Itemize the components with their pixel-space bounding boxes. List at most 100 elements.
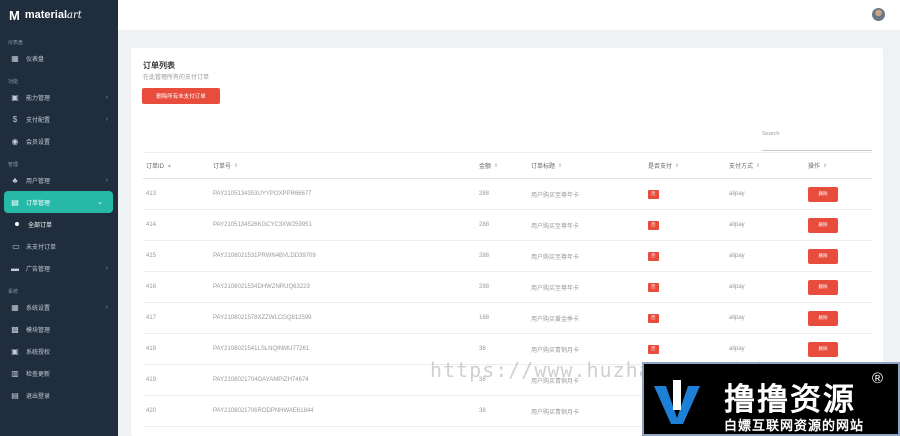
dot-icon bbox=[15, 222, 19, 226]
chevron-right-icon: › bbox=[105, 303, 108, 311]
cell-paid: 否 bbox=[648, 303, 659, 333]
cell-title: 用户购买至尊年卡 bbox=[531, 192, 580, 199]
section-manage: 管理 bbox=[8, 162, 19, 168]
logout-icon: ▤ bbox=[11, 390, 19, 400]
cell-action: 删除 bbox=[808, 334, 838, 364]
brand-logo[interactable]: M material art bbox=[0, 0, 118, 30]
cell-title: 用户购买至尊年卡 bbox=[531, 254, 580, 261]
cell-title: 用户购买青铜月卡 bbox=[531, 378, 580, 385]
table-row: 414 PAY2105134526KGCYC3XW259951 288 用户购买至尊年… bbox=[143, 210, 872, 241]
chevron-right-icon: › bbox=[105, 93, 108, 101]
section-dashboard: 仪表盘 bbox=[8, 40, 24, 46]
users-icon: ♣ bbox=[12, 175, 18, 185]
delete-order-button[interactable]: 删除 bbox=[808, 248, 838, 264]
monitor-icon: ▭ bbox=[12, 241, 20, 251]
cell-method: alipay bbox=[729, 346, 745, 352]
watermark-tagline: 白嫖互联网资源的网站 bbox=[724, 418, 865, 433]
column-header-paid[interactable]: 是否支付 ⇕ bbox=[648, 153, 679, 178]
avatar[interactable] bbox=[872, 8, 885, 21]
cell-order-no: PAY2108021704OAYAMPIZH74674 bbox=[213, 377, 309, 383]
cell-id: 416 bbox=[146, 284, 157, 290]
table-row: 415 PAY2108021531PRWN4BVLDD39709 288 用户购买至尊… bbox=[143, 241, 872, 272]
sort-icon: ⇕ bbox=[234, 162, 239, 169]
cell-title: 用户购买黄金季卡 bbox=[531, 316, 580, 323]
watermark-name: 撸撸资源 bbox=[724, 382, 856, 417]
cell-title: 用户购买青铜月卡 bbox=[531, 347, 580, 354]
cell-order-no: PAY2105134353UYYPOXPPR66677 bbox=[213, 191, 312, 197]
cell-action: 删除 bbox=[808, 241, 838, 271]
delete-order-button[interactable]: 删除 bbox=[808, 310, 838, 326]
cell-order-no: PAY2108021531PRWN4BVLDD39709 bbox=[213, 253, 316, 259]
cell-amount: 168 bbox=[479, 315, 490, 321]
cell-paid: 否 bbox=[648, 272, 659, 302]
page-title: 订单列表 bbox=[143, 61, 175, 70]
sort-asc-icon: ▲ bbox=[167, 162, 172, 169]
search-input[interactable]: Search bbox=[762, 128, 872, 151]
unpaid-badge: 否 bbox=[648, 189, 659, 199]
cell-order-no: PAY2108021534DHWZNRUQ63223 bbox=[213, 284, 310, 290]
member-icon: ◉ bbox=[11, 136, 19, 146]
sort-icon: ⇕ bbox=[558, 162, 563, 169]
column-header-amount[interactable]: 金额 ⇕ bbox=[479, 153, 498, 178]
table-row: 417 PAY2108021578XZZWLCGQ812599 168 用户购买黄金季… bbox=[143, 303, 872, 334]
sidebar-item-ads[interactable]: ▬ 广告管理 › bbox=[0, 257, 118, 279]
sort-icon: ⇕ bbox=[756, 162, 761, 169]
cell-action: 删除 bbox=[808, 303, 838, 333]
cell-order-no: PAY2108021706RODPNHWAE61844 bbox=[213, 408, 314, 414]
cell-action: 删除 bbox=[808, 210, 838, 240]
column-header-action[interactable]: 操作 ⇕ bbox=[808, 153, 827, 178]
page-subtitle: 在此管理所有的支付订单 bbox=[143, 75, 210, 81]
sidebar-item-ability[interactable]: ▣ 能力管理 › bbox=[0, 86, 118, 108]
cell-paid: 否 bbox=[648, 179, 659, 209]
sidebar-item-unpaid-orders[interactable]: ▭ 未支付订单 bbox=[0, 235, 118, 257]
cell-order-no: PAY2105134526KGCYC3XW259951 bbox=[213, 222, 312, 228]
sidebar-item-orders[interactable]: ▤ 订单管理 ⌄ bbox=[4, 191, 113, 213]
chevron-right-icon: › bbox=[105, 115, 108, 123]
unpaid-badge: 否 bbox=[648, 344, 659, 354]
sidebar-item-update[interactable]: ▥ 检查更新 bbox=[0, 362, 118, 384]
sidebar-item-dashboard[interactable]: ▦ 仪表盘 bbox=[0, 47, 118, 69]
cell-id: 419 bbox=[146, 377, 157, 383]
cell-action: 删除 bbox=[808, 272, 838, 302]
sidebar-item-payment-config[interactable]: $ 支付配置 › bbox=[0, 108, 118, 130]
sidebar-item-logout[interactable]: ▤ 退出登录 bbox=[0, 384, 118, 406]
column-header-title[interactable]: 订单标题 ⇕ bbox=[531, 153, 562, 178]
column-header-order-no[interactable]: 订单号 ⇕ bbox=[213, 153, 238, 178]
sort-icon: ⇕ bbox=[494, 162, 499, 169]
table-row: 413 PAY2105134353UYYPOXPPR66677 288 用户购买至尊年… bbox=[143, 179, 872, 210]
cell-paid: 否 bbox=[648, 210, 659, 240]
sidebar-item-modules[interactable]: ▩ 模块管理 bbox=[0, 318, 118, 340]
cell-id: 415 bbox=[146, 253, 157, 259]
module-icon: ▩ bbox=[11, 324, 19, 334]
delete-order-button[interactable]: 删除 bbox=[808, 279, 838, 295]
column-header-id[interactable]: 订单ID ▲ bbox=[146, 153, 172, 178]
cell-amount: 38 bbox=[479, 377, 486, 383]
section-system: 系统 bbox=[8, 289, 19, 295]
delete-order-button[interactable]: 删除 bbox=[808, 217, 838, 233]
watermark-banner: 撸撸资源 ® 白嫖互联网资源的网站 bbox=[642, 362, 900, 436]
unpaid-badge: 否 bbox=[648, 251, 659, 261]
sidebar-item-all-orders[interactable]: 全部订单 bbox=[0, 213, 118, 235]
cell-amount: 288 bbox=[479, 191, 490, 197]
table-row: 416 PAY2108021534DHWZNRUQ63223 288 用户购买至尊年卡… bbox=[143, 272, 872, 303]
delete-unpaid-orders-button[interactable]: 删除所有未支付订单 bbox=[142, 88, 220, 104]
sidebar-item-users[interactable]: ♣ 用户管理 › bbox=[0, 169, 118, 191]
sidebar-item-license[interactable]: ▣ 系统授权 bbox=[0, 340, 118, 362]
cell-title: 用户购买青铜月卡 bbox=[531, 409, 580, 416]
table-row: 418 PAY2108021541LSLNQINMU77261 38 用户购买青铜月卡… bbox=[143, 334, 872, 365]
sidebar-item-member[interactable]: ◉ 会员设置 bbox=[0, 130, 118, 152]
cell-order-no: PAY2108021541LSLNQINMU77261 bbox=[213, 346, 310, 352]
cell-method: alipay bbox=[729, 222, 745, 228]
delete-order-button[interactable]: 删除 bbox=[808, 186, 838, 202]
ad-icon: ▬ bbox=[11, 263, 19, 273]
column-header-method[interactable]: 支付方式 ⇕ bbox=[729, 153, 760, 178]
sidebar-item-settings[interactable]: ▦ 系统设置 › bbox=[0, 296, 118, 318]
unpaid-badge: 否 bbox=[648, 313, 659, 323]
auth-icon: ▣ bbox=[11, 346, 19, 356]
cell-id: 420 bbox=[146, 408, 157, 414]
cell-id: 417 bbox=[146, 315, 157, 321]
watermark-logo-icon bbox=[654, 380, 700, 424]
delete-order-button[interactable]: 删除 bbox=[808, 341, 838, 357]
cell-amount: 288 bbox=[479, 222, 490, 228]
logo-m-icon: M bbox=[9, 7, 20, 23]
